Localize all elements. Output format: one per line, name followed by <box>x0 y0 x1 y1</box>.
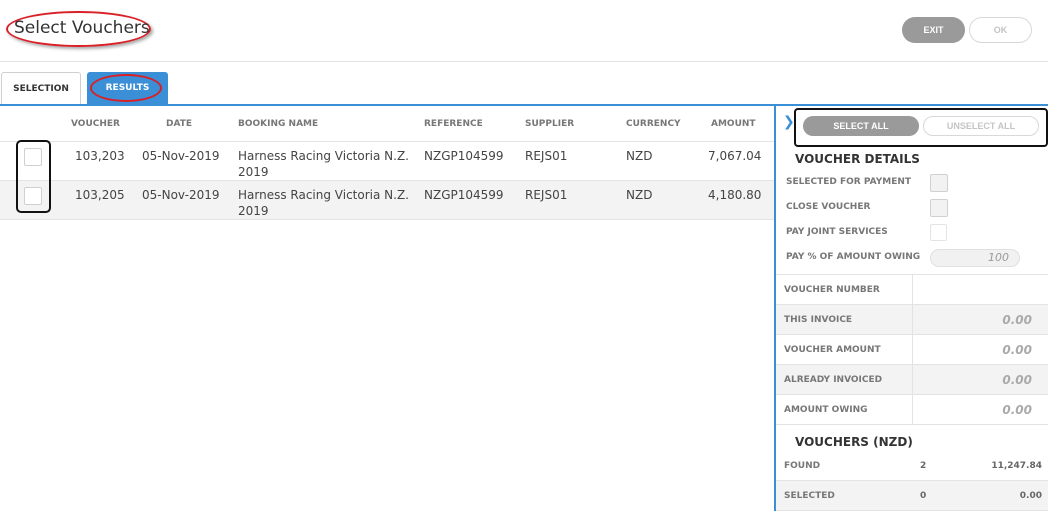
summary-label: SELECTED <box>784 491 835 501</box>
detail-row: AMOUNT OWING 0.00 <box>776 395 1048 425</box>
column-header-reference[interactable]: REFERENCE <box>424 119 483 129</box>
detail-label: VOUCHER AMOUNT <box>784 345 881 355</box>
booking-name-cell: Harness Racing Victoria N.Z. 2019 <box>238 148 409 180</box>
detail-row: ALREADY INVOICED 0.00 <box>776 365 1048 395</box>
summary-label: FOUND <box>784 461 821 471</box>
pay-percent-input[interactable]: 100 <box>930 249 1020 267</box>
booking-name-line: 2019 <box>238 165 269 179</box>
close-voucher-label: CLOSE VOUCHER <box>786 202 871 212</box>
column-header-booking-name[interactable]: BOOKING NAME <box>238 119 318 129</box>
voucher-details-title: VOUCHER DETAILS <box>795 152 920 166</box>
detail-value: 0.00 <box>1002 313 1032 327</box>
detail-row: VOUCHER NUMBER <box>776 275 1048 305</box>
cell-divider <box>912 275 913 305</box>
column-header-voucher[interactable]: VOUCHER <box>71 119 120 129</box>
cell-divider <box>912 305 913 335</box>
unselect-all-button[interactable]: UNSELECT ALL <box>923 116 1039 136</box>
row-checkbox[interactable] <box>24 148 42 166</box>
column-header-date[interactable]: DATE <box>166 119 192 129</box>
ok-button[interactable]: OK <box>969 17 1032 43</box>
detail-label: VOUCHER NUMBER <box>784 285 880 295</box>
page-title: Select Vouchers <box>14 18 150 38</box>
vouchers-summary-grid: FOUND 2 11,247.84 SELECTED 0 0.00 <box>776 451 1048 511</box>
selected-for-payment-label: SELECTED FOR PAYMENT <box>786 177 912 187</box>
row-checkbox[interactable] <box>24 187 42 205</box>
table-row[interactable]: 103,203 05-Nov-2019 Harness Racing Victo… <box>0 142 774 181</box>
tab-selection[interactable]: SELECTION <box>1 72 81 104</box>
summary-row: FOUND 2 11,247.84 <box>776 451 1048 481</box>
date-cell: 05-Nov-2019 <box>142 149 220 163</box>
date-cell: 05-Nov-2019 <box>142 188 220 202</box>
summary-amount: 0.00 <box>1019 491 1042 501</box>
detail-row: VOUCHER AMOUNT 0.00 <box>776 335 1048 365</box>
summary-count: 0 <box>920 491 927 501</box>
supplier-cell: REJS01 <box>525 188 568 202</box>
pay-percent-label: PAY % OF AMOUNT OWING <box>786 252 921 262</box>
column-header-currency[interactable]: CURRENCY <box>626 119 681 129</box>
detail-value: 0.00 <box>1002 343 1032 357</box>
tab-results[interactable]: RESULTS <box>87 72 168 104</box>
voucher-cell: 103,205 <box>75 188 125 202</box>
column-header-supplier[interactable]: SUPPLIER <box>525 119 574 129</box>
detail-value: 0.00 <box>1002 403 1032 417</box>
selected-for-payment-checkbox[interactable] <box>930 174 948 192</box>
cell-divider <box>912 335 913 365</box>
booking-name-cell: Harness Racing Victoria N.Z. 2019 <box>238 187 409 219</box>
pay-joint-services-checkbox[interactable] <box>930 224 947 241</box>
summary-count: 2 <box>920 461 927 471</box>
currency-cell: NZD <box>626 188 653 202</box>
detail-value: 0.00 <box>1002 373 1032 387</box>
close-voucher-checkbox[interactable] <box>930 199 948 217</box>
column-header-amount[interactable]: AMOUNT <box>711 119 756 129</box>
page-title-wrap: Select Vouchers <box>6 11 151 47</box>
cell-divider <box>912 395 913 425</box>
booking-name-line: Harness Racing Victoria N.Z. <box>238 188 409 202</box>
summary-row: SELECTED 0 0.00 <box>776 481 1048 511</box>
voucher-side-panel: ❯ SELECT ALL UNSELECT ALL VOUCHER DETAIL… <box>776 106 1048 511</box>
currency-cell: NZD <box>626 149 653 163</box>
reference-cell: NZGP104599 <box>424 188 504 202</box>
detail-label: AMOUNT OWING <box>784 405 868 415</box>
table-header: VOUCHER DATE BOOKING NAME REFERENCE SUPP… <box>0 106 774 142</box>
cell-divider <box>912 365 913 395</box>
amount-cell: 4,180.80 <box>708 188 762 202</box>
exit-button[interactable]: EXIT <box>902 17 965 43</box>
summary-amount: 11,247.84 <box>991 461 1042 471</box>
results-table: VOUCHER DATE BOOKING NAME REFERENCE SUPP… <box>0 106 774 220</box>
amount-cell: 7,067.04 <box>708 149 762 163</box>
supplier-cell: REJS01 <box>525 149 568 163</box>
vouchers-summary-title: VOUCHERS (NZD) <box>795 435 913 449</box>
booking-name-line: 2019 <box>238 204 269 218</box>
booking-name-line: Harness Racing Victoria N.Z. <box>238 149 409 163</box>
header-divider <box>0 61 1048 62</box>
table-row[interactable]: 103,205 05-Nov-2019 Harness Racing Victo… <box>0 181 774 220</box>
detail-label: ALREADY INVOICED <box>784 375 883 385</box>
chevron-right-icon[interactable]: ❯ <box>783 114 795 130</box>
reference-cell: NZGP104599 <box>424 149 504 163</box>
pay-joint-services-label: PAY JOINT SERVICES <box>786 227 888 237</box>
select-all-button[interactable]: SELECT ALL <box>803 116 919 136</box>
detail-label: THIS INVOICE <box>784 315 853 325</box>
voucher-details-grid: VOUCHER NUMBER THIS INVOICE 0.00 VOUCHER… <box>776 274 1048 425</box>
voucher-cell: 103,203 <box>75 149 125 163</box>
detail-row: THIS INVOICE 0.00 <box>776 305 1048 335</box>
